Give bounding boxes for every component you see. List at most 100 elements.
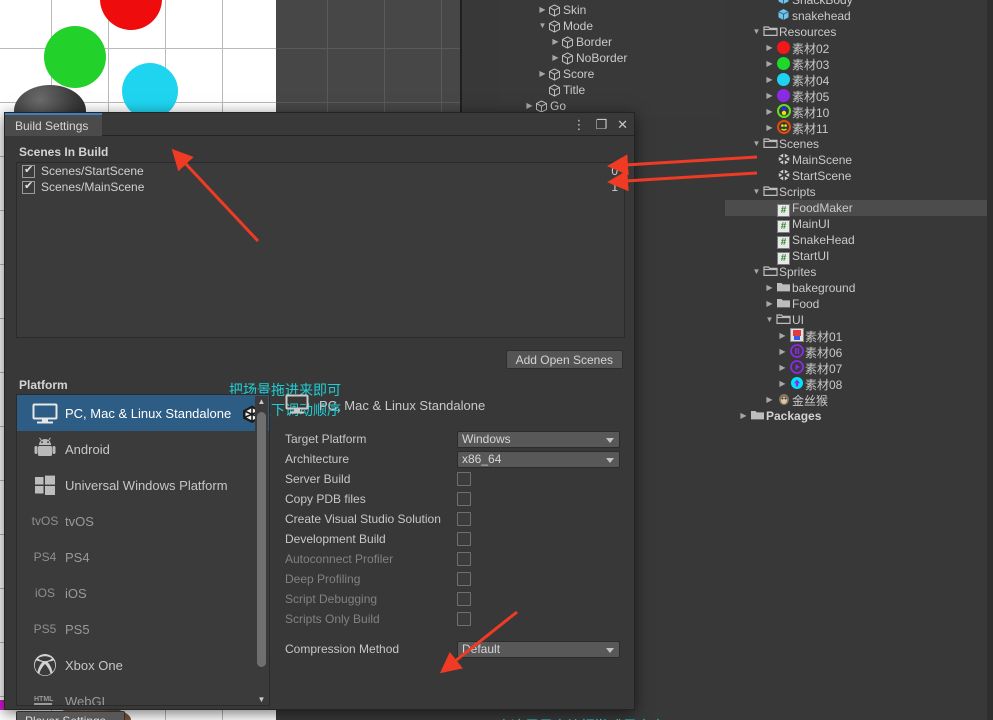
compression-method-dropdown[interactable]: Default — [457, 640, 620, 658]
scene-in-build-row[interactable]: Scenes/StartScene 0 — [17, 163, 624, 179]
project-panel[interactable]: ▶ SnackBody ▶ snakehead ▼ Resources ▶ 素材02 ▶ 素材03… — [725, 0, 993, 720]
setting-checkbox[interactable] — [457, 532, 471, 546]
platform-list-scrollbar[interactable]: ▲ ▼ — [255, 396, 268, 705]
project-item[interactable]: ▶#FoodMaker — [725, 200, 993, 217]
project-item[interactable]: ▶ 素材08 — [725, 376, 993, 392]
platform-item[interactable]: tvOS tvOS — [17, 503, 269, 539]
chevron-right-icon[interactable]: ▶ — [777, 328, 788, 344]
hierarchy-item[interactable]: ▶ Score — [498, 66, 725, 82]
chevron-down-icon[interactable]: ▼ — [751, 264, 762, 280]
project-item[interactable]: ▶#SnakeHead — [725, 232, 993, 249]
project-item[interactable]: ▶ 素材02 — [725, 40, 993, 56]
scene-in-build-row[interactable]: Scenes/MainScene 1 — [17, 179, 624, 195]
player-settings-button[interactable]: Player Settings... — [16, 711, 125, 720]
project-item[interactable]: ▶ 素材03 — [725, 56, 993, 72]
platform-item[interactable]: Universal Windows Platform — [17, 467, 269, 503]
project-item[interactable]: ▶#StartUI — [725, 248, 993, 265]
chevron-down-icon[interactable]: ▼ — [537, 18, 548, 34]
chevron-right-icon[interactable]: ▶ — [777, 344, 788, 360]
project-item[interactable]: ▶ bakeground — [725, 280, 993, 296]
project-item[interactable]: ▶#MainUI — [725, 216, 993, 233]
platform-scroll-thumb[interactable] — [257, 412, 266, 667]
chevron-right-icon[interactable]: ▶ — [738, 408, 749, 424]
setting-dropdown[interactable]: x86_64 — [457, 450, 620, 468]
platform-item[interactable]: PC, Mac & Linux Standalone — [17, 395, 269, 431]
setting-checkbox[interactable] — [457, 552, 471, 566]
chevron-down-icon[interactable]: ▼ — [764, 312, 775, 328]
scene-enabled-checkbox[interactable] — [22, 164, 35, 178]
chevron-right-icon[interactable]: ▶ — [777, 360, 788, 376]
project-item[interactable]: ▶ StartScene — [725, 168, 993, 184]
hierarchy-item[interactable]: ▶ Skin — [498, 2, 725, 18]
project-item[interactable]: ▶ SnackBody — [725, 0, 993, 8]
platform-list[interactable]: PC, Mac & Linux Standalone Android Univers… — [16, 394, 270, 706]
maximize-icon[interactable]: ❐ — [595, 118, 607, 131]
project-item[interactable]: ▼ UI — [725, 312, 993, 328]
chevron-right-icon[interactable]: ▶ — [764, 72, 775, 88]
chevron-right-icon[interactable]: ▶ — [764, 40, 775, 56]
hierarchy-item[interactable]: ▶ Title — [498, 82, 725, 98]
platform-item[interactable]: PS5 PS5 — [17, 611, 269, 647]
platform-item[interactable]: iOS iOS — [17, 575, 269, 611]
chevron-right-icon[interactable]: ▶ — [764, 280, 775, 296]
scene-enabled-checkbox[interactable] — [22, 180, 35, 194]
project-item[interactable]: ▶ Packages — [725, 408, 993, 424]
setting-checkbox[interactable] — [457, 512, 471, 526]
project-item[interactable]: ▼ Resources — [725, 24, 993, 40]
chevron-right-icon[interactable]: ▶ — [764, 56, 775, 72]
chevron-down-icon[interactable]: ▼ — [751, 184, 762, 200]
platform-scroll-track[interactable] — [255, 408, 268, 694]
hierarchy-item[interactable]: ▶ NoBorder — [498, 50, 725, 66]
hierarchy-item[interactable]: ▶ Border — [498, 34, 725, 50]
project-item[interactable]: ▶ 素材07 — [725, 359, 993, 376]
chevron-right-icon[interactable]: ▶ — [764, 104, 775, 120]
build-settings-titlebar[interactable]: Build Settings ⋮ ❐ ✕ — [5, 113, 634, 136]
project-item[interactable]: ▶ Food — [725, 296, 993, 312]
chevron-right-icon[interactable]: ▶ — [764, 392, 775, 408]
setting-dropdown[interactable]: Windows — [457, 430, 620, 448]
chevron-right-icon[interactable]: ▶ — [764, 296, 775, 312]
setting-checkbox[interactable] — [457, 612, 471, 626]
chevron-right-icon[interactable]: ▶ — [537, 2, 548, 18]
chevron-right-icon[interactable]: ▶ — [550, 34, 561, 50]
platform-item[interactable]: PS4 PS4 — [17, 539, 269, 575]
project-item[interactable]: ▶ 素材05 — [725, 88, 993, 104]
hierarchy-panel[interactable]: ▶Skin▼Mode▶Border▶NoBorder▶Score▶Title▶G… — [498, 0, 725, 118]
project-scrollbar[interactable] — [987, 0, 993, 720]
hierarchy-item[interactable]: ▼ Mode — [498, 18, 725, 34]
setting-checkbox[interactable] — [457, 572, 471, 586]
setting-checkbox[interactable] — [457, 492, 471, 506]
add-open-scenes-button[interactable]: Add Open Scenes — [505, 350, 623, 369]
build-settings-tab[interactable]: Build Settings — [5, 113, 103, 136]
project-item[interactable]: ▶ 素材10 — [725, 103, 993, 120]
chevron-right-icon[interactable]: ▶ — [764, 88, 775, 104]
project-item[interactable]: ▶ 素材06 — [725, 343, 993, 360]
chevron-down-icon[interactable]: ▼ — [751, 136, 762, 152]
setting-checkbox[interactable] — [457, 472, 471, 486]
project-item[interactable]: ▶ 金丝猴 — [725, 392, 993, 408]
chevron-right-icon[interactable]: ▶ — [537, 66, 548, 82]
game-view-grid[interactable] — [276, 0, 462, 115]
chevron-right-icon[interactable]: ▶ — [764, 120, 775, 136]
scenes-in-build-list[interactable]: Scenes/StartScene 0 Scenes/MainScene 1 — [16, 162, 625, 338]
kebab-menu-icon[interactable]: ⋮ — [572, 118, 585, 131]
project-item[interactable]: ▶ 素材04 — [725, 72, 993, 88]
platform-item[interactable]: Xbox One — [17, 647, 269, 683]
scroll-down-arrow-icon[interactable]: ▼ — [258, 694, 266, 705]
project-item[interactable]: ▼ Scripts — [725, 184, 993, 200]
platform-item[interactable]: Android — [17, 431, 269, 467]
project-item[interactable]: ▶ MainScene — [725, 152, 993, 168]
close-icon[interactable]: ✕ — [617, 118, 628, 131]
chevron-right-icon[interactable]: ▶ — [777, 376, 788, 392]
build-settings-window[interactable]: Build Settings ⋮ ❐ ✕ Scenes In Build Sce… — [4, 112, 665, 720]
setting-checkbox[interactable] — [457, 592, 471, 606]
platform-item[interactable]: HTML WebGL — [17, 683, 269, 705]
chevron-down-icon[interactable]: ▼ — [751, 24, 762, 40]
scroll-up-arrow-icon[interactable]: ▲ — [258, 396, 266, 408]
project-item[interactable]: ▶ 素材11 — [725, 119, 993, 136]
chevron-right-icon[interactable]: ▶ — [550, 50, 561, 66]
project-item[interactable]: ▶ snakehead — [725, 8, 993, 24]
project-item[interactable]: ▼ Scenes — [725, 136, 993, 152]
project-item[interactable]: ▶ 素材01 — [725, 327, 993, 344]
project-item[interactable]: ▼ Sprites — [725, 264, 993, 280]
